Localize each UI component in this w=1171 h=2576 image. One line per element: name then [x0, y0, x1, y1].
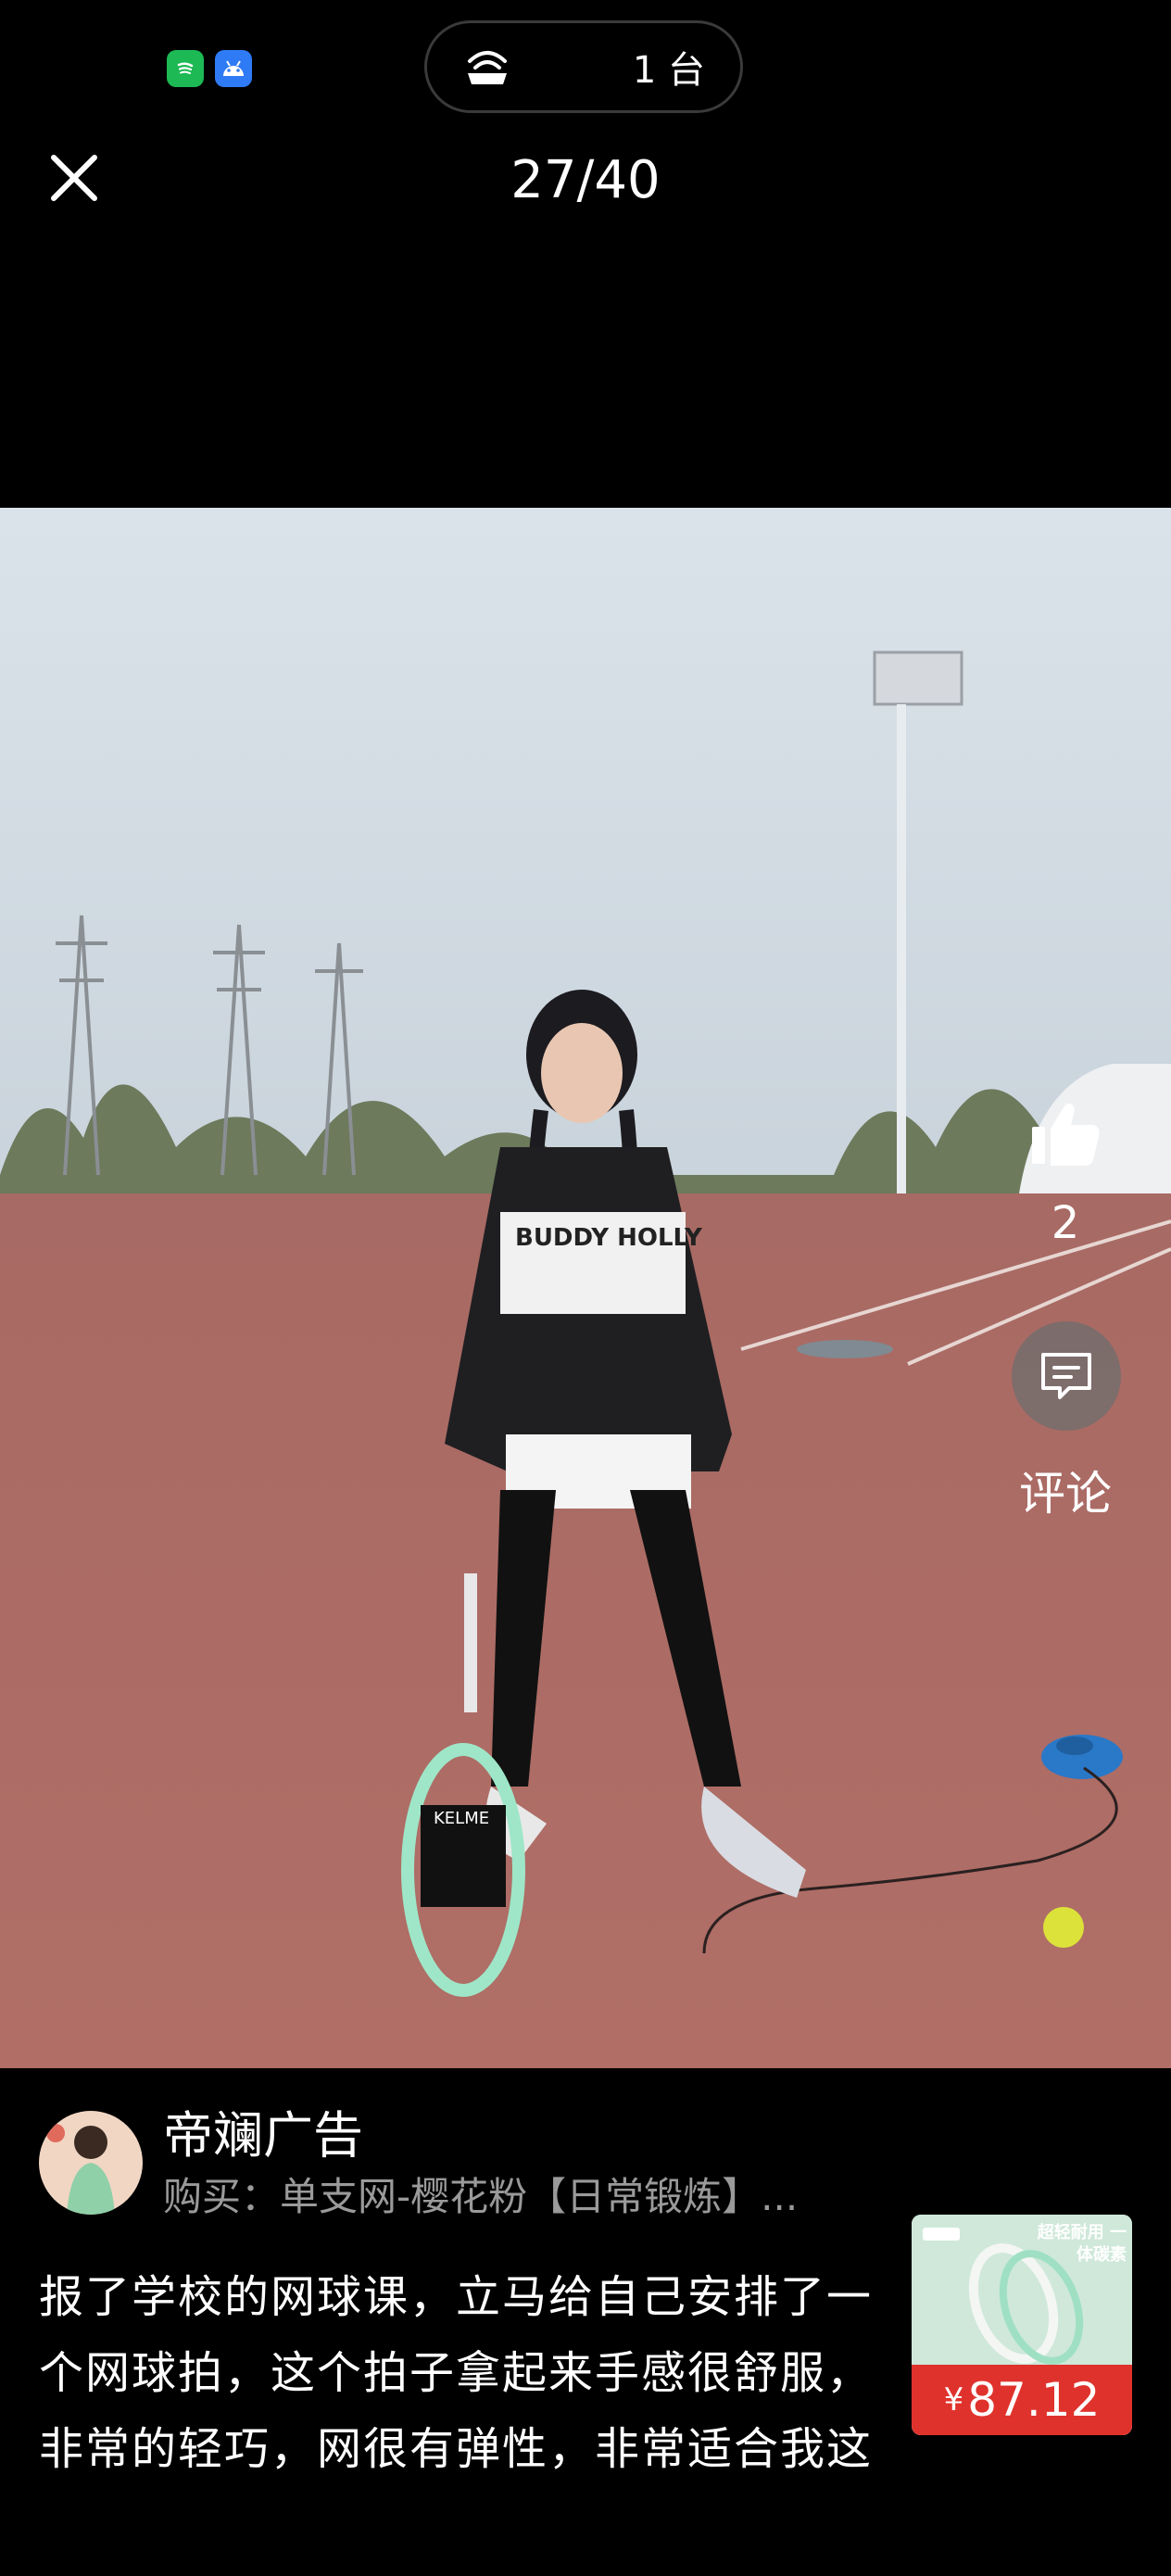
product-card[interactable]: 超轻耐用 一体碳素 ¥ 87.12	[912, 2215, 1132, 2435]
image-counter: 27/40	[510, 150, 661, 210]
price-tag: ¥ 87.12	[912, 2365, 1132, 2435]
android-icon	[215, 50, 252, 87]
cast-status-pill[interactable]: 1 台	[424, 20, 743, 113]
currency-symbol: ¥	[943, 2381, 964, 2418]
avatar[interactable]	[39, 2111, 143, 2215]
close-icon[interactable]	[44, 148, 104, 208]
product-price: 87.12	[967, 2373, 1101, 2427]
buy-product-link[interactable]: 购买：单支网-樱花粉【日常锻炼】...	[163, 2170, 867, 2224]
comment-icon	[1041, 1353, 1091, 1399]
post-description: 报了学校的网球课，立马给自己安排了一个网球拍，这个拍子拿起来手感很舒服，非常的轻…	[39, 2271, 874, 2502]
author-name[interactable]: 帝斓广告	[163, 2105, 363, 2166]
cast-count: 1 台	[632, 49, 705, 92]
like-count: 2	[1051, 1197, 1080, 1249]
comment-label[interactable]: 评论	[1001, 1457, 1130, 1523]
post-photo[interactable]: BUDDY HOLLY KELME	[0, 508, 1171, 2068]
thumbs-up-icon[interactable]	[1028, 1095, 1102, 1169]
comment-button[interactable]	[1012, 1321, 1121, 1431]
cast-device-icon	[468, 51, 507, 84]
svg-text:KELME: KELME	[434, 1809, 489, 1828]
product-image-text: 超轻耐用 一体碳素	[1037, 2223, 1127, 2265]
spotify-icon	[167, 50, 204, 87]
svg-text:BUDDY HOLLY: BUDDY HOLLY	[515, 1224, 703, 1252]
